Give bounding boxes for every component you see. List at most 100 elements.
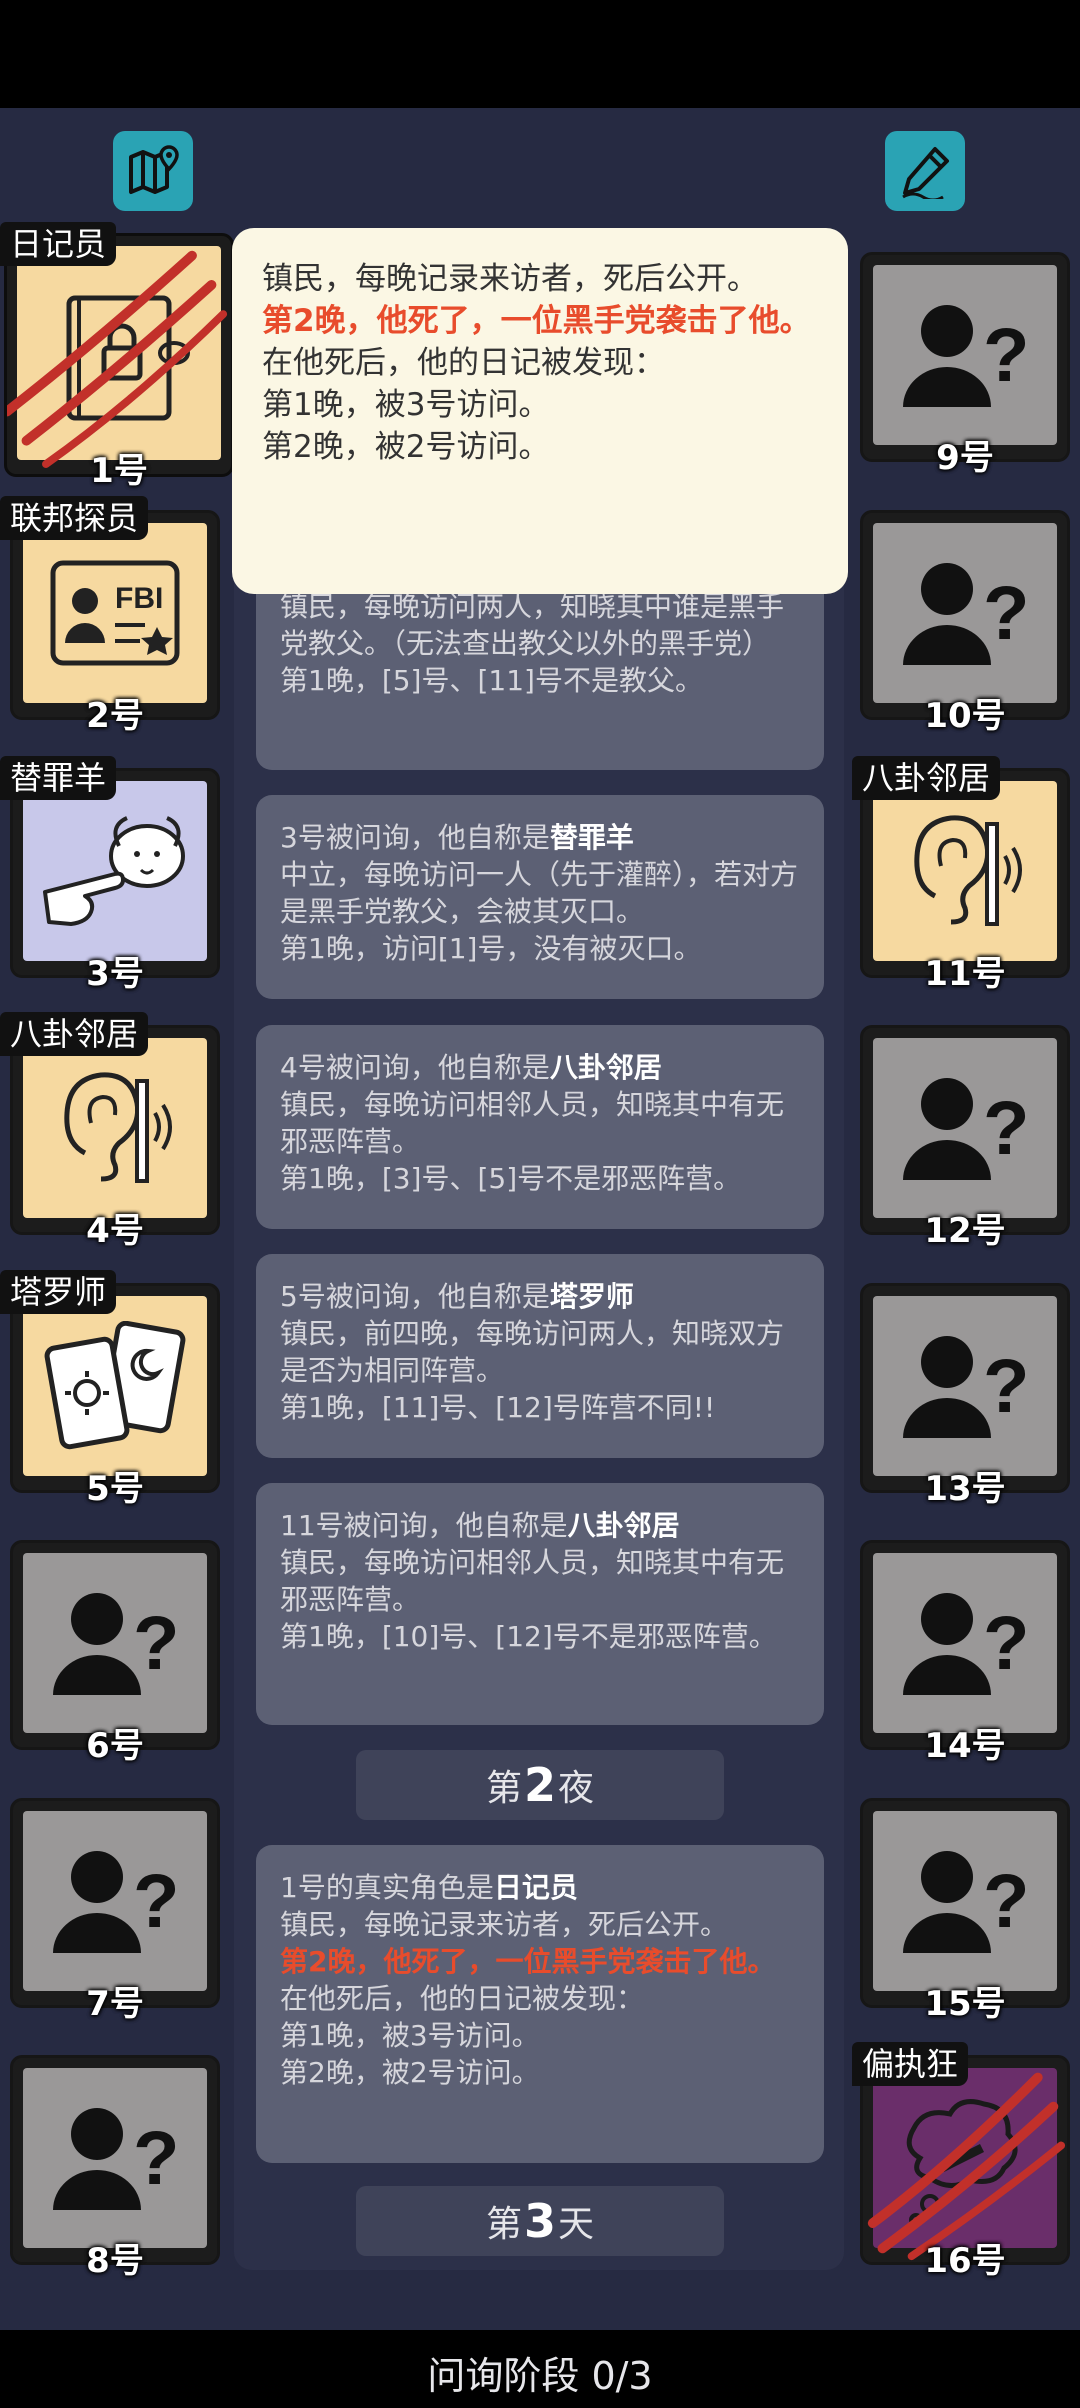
unknown-person-icon: ? [903,1336,1029,1438]
entry-desc: 中立，每晚访问一人（先于灌醉），若对方是黑手党教父，会被其灭口。 [280,858,799,928]
role-tag: 塔罗师 [0,1270,117,1314]
card-art [23,1038,207,1218]
player-number: 3号 [86,954,144,994]
player-number: 13号 [924,1469,1006,1509]
phase-divider-day-3: 第3天 [356,2186,724,2256]
card-art [873,781,1057,961]
entry-prefix: 1号的真实角色是 [280,1871,494,1904]
card-art: ? [23,2068,207,2248]
fbi-badge-icon: FBI [50,560,180,666]
player-number: 4号 [86,1211,144,1251]
player-number: 2号 [86,696,144,736]
player-number: 6号 [86,1726,144,1766]
svg-text:?: ? [983,571,1029,656]
popup-desc: 镇民，每晚记录来访者，死后公开。 [262,261,758,297]
svg-text:?: ? [983,1601,1029,1686]
svg-text:?: ? [983,1344,1029,1429]
unknown-person-icon: ? [903,1078,1029,1180]
unknown-person-icon: ? [903,1851,1029,1953]
card-art: ? [873,1553,1057,1733]
card-art: ? [23,1553,207,1733]
player-card-1[interactable]: 1号 [4,233,234,491]
entry-diary-line: 第1晚，被3号访问。 [280,2019,540,2052]
card-art: FBI [23,523,207,703]
entry-prefix: 3号被问询，他自称是 [280,821,550,854]
entry-desc: 镇民，前四晚，每晚访问两人，知晓双方是否为相同阵营。 [280,1317,785,1387]
log-entry-3: 3号被问询，他自称是替罪羊 中立，每晚访问一人（先于灌醉），若对方是黑手党教父，… [256,795,824,999]
svg-text:?: ? [133,1601,179,1686]
entry-role: 塔罗师 [549,1280,634,1313]
card-art: ? [873,523,1057,703]
role-tag: 联邦探员 [0,496,149,540]
entry-result: 第1晚，[11]号、[12]号阵营不同!! [280,1391,716,1424]
player-card-2[interactable]: FBI 2号 [10,510,220,736]
entry-prefix: 5号被问询，他自称是 [280,1280,550,1313]
player-card-13[interactable]: ? 13号 [860,1283,1070,1509]
entry-desc: 镇民，每晚访问两人，知晓其中谁是黑手党教父。（无法查出教父以外的黑手党） [280,590,785,660]
role-detail-popup[interactable]: 镇民，每晚记录来访者，死后公开。 第2晚，他死了，一位黑手党袭击了他。 在他死后… [232,228,848,594]
player-number: 14号 [924,1726,1006,1766]
phase-divider-night-2: 第2夜 [356,1750,724,1820]
phase-pre: 第 [485,2204,522,2245]
player-number: 15号 [924,1984,1006,2024]
svg-text:?: ? [983,1859,1029,1944]
role-tag: 日记员 [0,222,117,266]
entry-role: 日记员 [493,1871,578,1904]
popup-diary-intro: 在他死后，他的日记被发现： [262,345,665,381]
pencil-icon [902,147,949,199]
killed-slash-mark [7,250,228,468]
player-number: 16号 [924,2241,1006,2281]
log-entry-1-reveal: 1号的真实角色是日记员 镇民，每晚记录来访者，死后公开。 第2晚，他死了，一位黑… [256,1845,824,2163]
entry-prefix: 11号被问询，他自称是 [280,1509,568,1542]
card-art: ? [873,1038,1057,1218]
entry-desc: 镇民，每晚访问相邻人员，知晓其中有无邪恶阵营。 [280,1088,785,1158]
player-number: 11号 [924,954,1006,994]
phase-post: 夜 [558,1768,595,1809]
map-pin-icon [129,145,179,194]
log-entry-11: 11号被问询，他自称是八卦邻居 镇民，每晚访问相邻人员，知晓其中有无邪恶阵营。 … [256,1483,824,1725]
scapegoat-pointing-icon [43,816,185,926]
player-card-4[interactable]: 4号 [10,1025,220,1251]
phase-status-label: 问询阶段 0/3 [427,2354,653,2398]
phase-num: 2 [523,1758,556,1812]
card-art: ? [23,1811,207,1991]
svg-text:?: ? [133,2116,179,2201]
player-number: 5号 [86,1469,144,1509]
player-card-6[interactable]: ? 6号 [10,1540,220,1766]
role-tag: 偏执狂 [852,2042,969,2086]
entry-desc: 镇民，每晚访问相邻人员，知晓其中有无邪恶阵营。 [280,1546,785,1616]
notes-button[interactable] [885,131,965,211]
killed-slash-mark [867,2072,1066,2261]
card-art: ? [873,265,1057,445]
player-card-12[interactable]: ? 12号 [860,1025,1070,1251]
player-number: 7号 [86,1984,144,2024]
player-card-7[interactable]: ? 7号 [10,1798,220,2024]
unknown-person-icon: ? [903,305,1029,407]
role-tag: 八卦邻居 [852,756,1001,800]
player-number: 9号 [936,438,994,478]
player-card-8[interactable]: ? 8号 [10,2055,220,2281]
entry-diary-line: 第2晚，被2号访问。 [280,2056,540,2089]
entry-role: 八卦邻居 [567,1509,680,1542]
svg-text:?: ? [983,313,1029,398]
ear-listening-icon [914,815,1022,926]
phase-num: 3 [523,2194,556,2248]
log-entry-5: 5号被问询，他自称是塔罗师 镇民，前四晚，每晚访问两人，知晓双方是否为相同阵营。… [256,1254,824,1458]
player-card-14[interactable]: ? 14号 [860,1540,1070,1766]
unknown-person-icon: ? [53,1851,179,1953]
top-status-bar [0,0,1080,108]
player-card-15[interactable]: ? 15号 [860,1798,1070,2024]
player-card-5[interactable]: 5号 [10,1283,220,1509]
popup-death-notice: 第2晚，他死了，一位黑手党袭击了他。 [262,303,811,339]
player-card-10[interactable]: ? 10号 [860,510,1070,736]
phase-post: 天 [558,2204,595,2245]
player-card-9[interactable]: ? 9号 [860,252,1070,478]
popup-diary-line: 第2晚，被2号访问。 [262,429,550,465]
player-card-16[interactable]: 16号 [860,2055,1070,2281]
map-button[interactable] [113,131,193,211]
unknown-person-icon: ? [53,2108,179,2210]
svg-text:FBI: FBI [115,582,163,615]
popup-diary-line: 第1晚，被3号访问。 [262,387,550,423]
player-number: 1号 [90,451,148,491]
log-entry-4: 4号被问询，他自称是八卦邻居 镇民，每晚访问相邻人员，知晓其中有无邪恶阵营。 第… [256,1025,824,1229]
